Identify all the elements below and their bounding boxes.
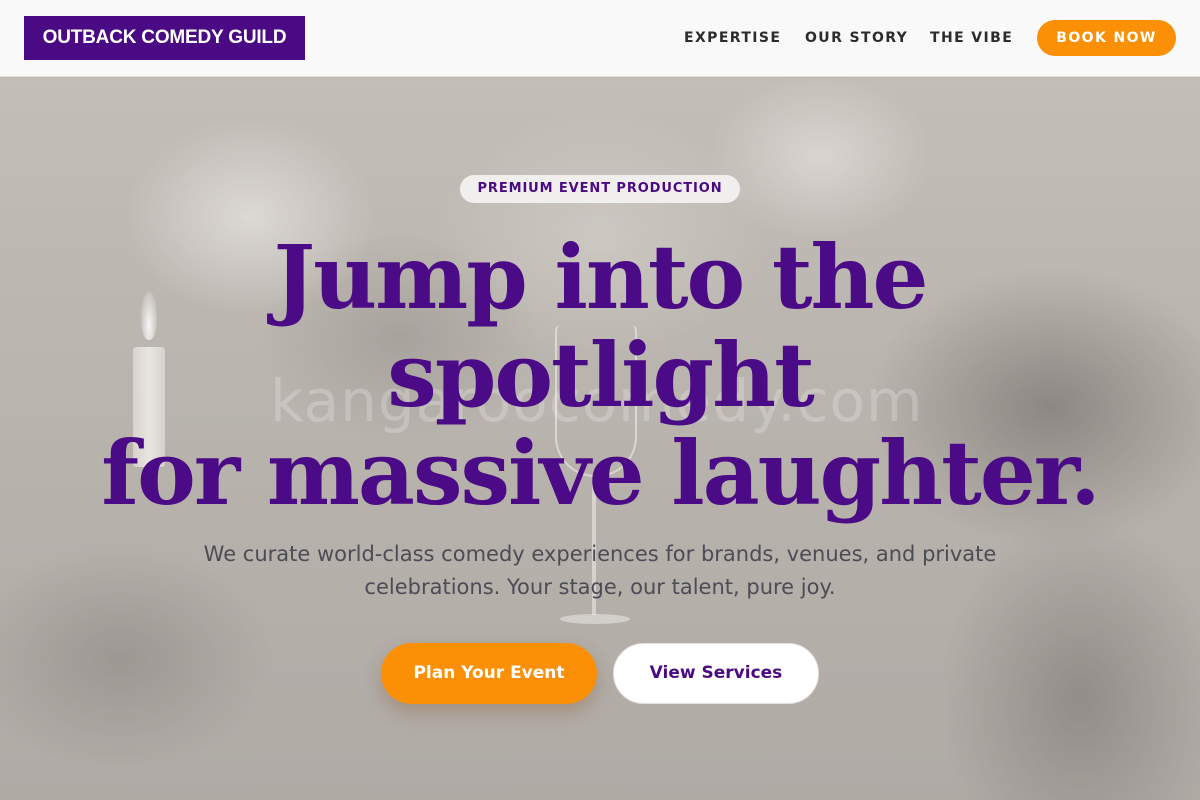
headline-line-2: spotlight bbox=[387, 323, 814, 427]
site-logo[interactable]: OUTBACK COMEDY GUILD bbox=[24, 16, 305, 60]
nav-link-the-vibe[interactable]: THE VIBE bbox=[930, 28, 1013, 48]
nav-link-expertise[interactable]: EXPERTISE bbox=[684, 28, 781, 48]
book-now-button[interactable]: BOOK NOW bbox=[1037, 20, 1176, 56]
hero-subtext: We curate world-class comedy experiences… bbox=[203, 542, 997, 599]
headline-line-3: for massive laughter. bbox=[101, 421, 1100, 525]
plan-your-event-button[interactable]: Plan Your Event bbox=[381, 643, 597, 704]
view-services-button[interactable]: View Services bbox=[613, 643, 819, 704]
site-header: OUTBACK COMEDY GUILD EXPERTISE OUR STORY… bbox=[0, 0, 1200, 77]
nav-link-our-story[interactable]: OUR STORY bbox=[805, 28, 908, 48]
hero-badge: PREMIUM EVENT PRODUCTION bbox=[460, 175, 740, 203]
headline-line-1: Jump into the bbox=[273, 225, 929, 329]
hero-headline: Jump into the spotlight for massive laug… bbox=[0, 228, 1200, 522]
